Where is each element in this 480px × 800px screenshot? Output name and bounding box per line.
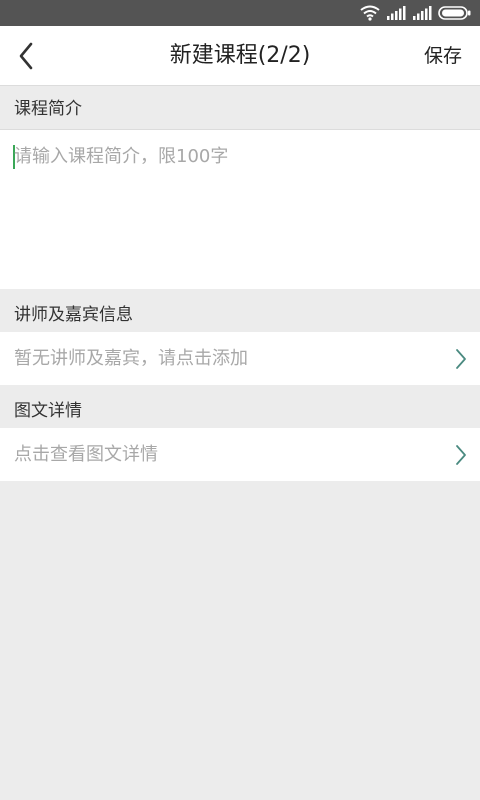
page-title: 新建课程(2/2)	[169, 43, 311, 68]
section-header-detail: 图文详情	[0, 385, 480, 428]
battery-icon	[438, 6, 471, 20]
course-intro-input[interactable]	[14, 142, 464, 278]
chevron-right-icon	[456, 445, 466, 465]
chevron-right-icon	[456, 349, 466, 369]
add-lecturer-label: 暂无讲师及嘉宾，请点击添加	[14, 348, 248, 369]
section-header-intro: 课程简介	[0, 86, 480, 129]
chevron-left-icon	[19, 42, 33, 70]
signal-icon	[413, 6, 432, 20]
app-bar: 新建课程(2/2) 保存	[0, 26, 480, 86]
add-lecturer-row[interactable]: 暂无讲师及嘉宾，请点击添加	[0, 332, 480, 385]
view-detail-label: 点击查看图文详情	[14, 444, 158, 465]
course-intro-box	[0, 129, 480, 289]
save-button[interactable]: 保存	[424, 26, 462, 86]
signal-icon	[387, 6, 406, 20]
section-header-lecturers: 讲师及嘉宾信息	[0, 289, 480, 332]
wifi-icon	[360, 5, 380, 21]
status-bar	[0, 0, 480, 26]
view-detail-row[interactable]: 点击查看图文详情	[0, 428, 480, 481]
back-button[interactable]	[4, 32, 48, 80]
